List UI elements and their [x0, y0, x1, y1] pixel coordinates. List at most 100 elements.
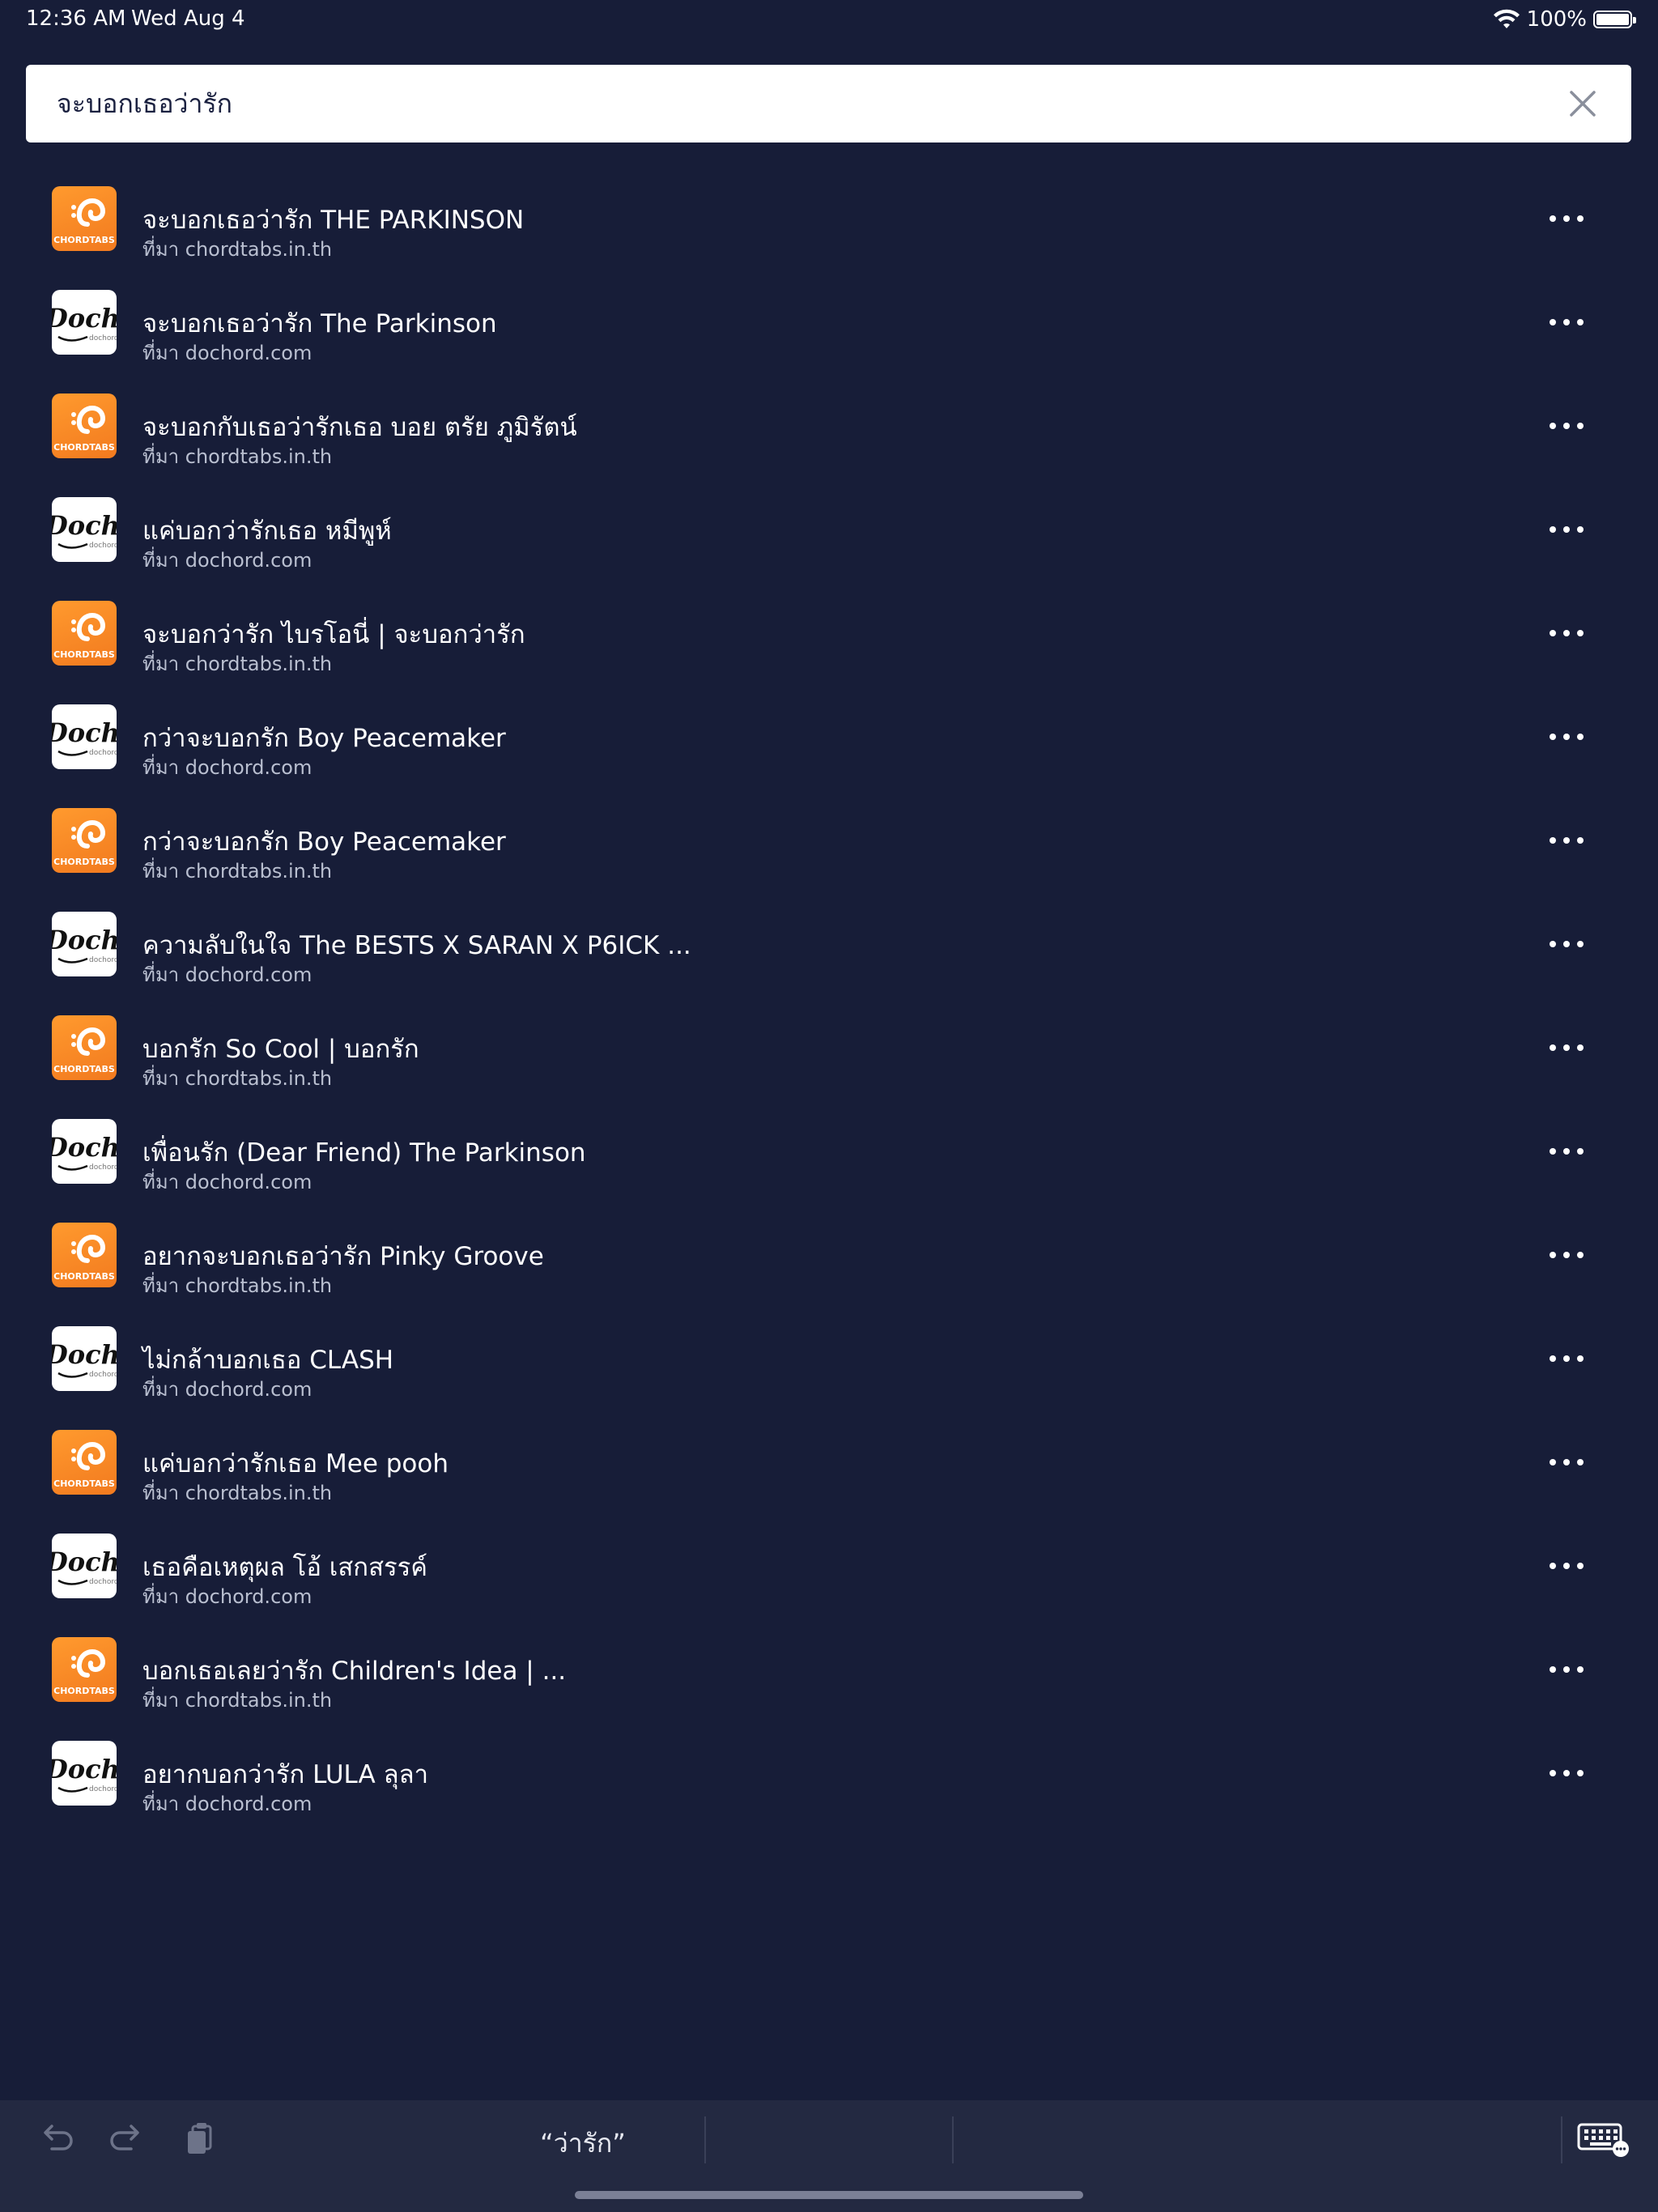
more-options-icon[interactable] [1550, 1140, 1584, 1163]
dochord-logo-icon: Dochorddochord [52, 1119, 117, 1184]
home-indicator [575, 2191, 1083, 2199]
dochord-logo-subtext: dochord [89, 1785, 117, 1793]
result-row[interactable]: Dochorddochordอยากบอกว่ารัก LULA ลุลาที่… [0, 1721, 1658, 1825]
dochord-logo-icon: Dochorddochord [52, 497, 117, 562]
result-source: ที่มา dochord.com [142, 1171, 312, 1193]
more-options-icon[interactable] [1550, 622, 1584, 644]
chordtabs-logo-text: CHORDTABS [53, 857, 115, 867]
suggestion-divider [704, 2116, 706, 2163]
dochord-logo-subtext: dochord [89, 1578, 117, 1586]
result-row[interactable]: CHORDTABS บอกรัก So Cool | บอกรัก ที่มา ch… [0, 996, 1658, 1100]
keyboard-icon[interactable] [1575, 2118, 1630, 2159]
result-row[interactable]: Dochorddochordจะบอกเธอว่ารัก The Parkins… [0, 270, 1658, 374]
chordtabs-logo-text: CHORDTABS [53, 1478, 115, 1489]
result-source: ที่มา dochord.com [142, 756, 312, 779]
result-source: ที่มา chordtabs.in.th [142, 445, 333, 468]
chordtabs-logo-icon: CHORDTABS [52, 808, 117, 873]
result-source: ที่มา dochord.com [142, 963, 312, 986]
more-options-icon[interactable] [1550, 1347, 1584, 1370]
result-source: ที่มา chordtabs.in.th [142, 653, 333, 675]
result-source: ที่มา chordtabs.in.th [142, 1274, 333, 1297]
more-options-icon[interactable] [1550, 1658, 1584, 1681]
result-row[interactable]: CHORDTABS กว่าจะบอกรัก Boy Peacemaker ที่ม… [0, 789, 1658, 892]
more-options-icon[interactable] [1550, 1555, 1584, 1577]
autocomplete-suggestion[interactable]: “ว่ารัก” [502, 2123, 664, 2164]
result-row[interactable]: CHORDTABS บอกเธอเลยว่ารัก Children's Idea… [0, 1618, 1658, 1721]
result-row[interactable]: Dochorddochordเธอคือเหตุผล โอ้ เสกสรรค์ท… [0, 1514, 1658, 1618]
close-icon[interactable] [1567, 87, 1599, 120]
chordtabs-logo-text: CHORDTABS [53, 235, 115, 245]
dochord-logo-icon: Dochorddochord [52, 704, 117, 769]
dochord-logo-text: Dochord [52, 1339, 117, 1370]
dochord-logo-text: Dochord [52, 303, 117, 334]
redo-icon[interactable] [107, 2118, 147, 2159]
chordtabs-logo-text: CHORDTABS [53, 1064, 115, 1074]
more-options-icon[interactable] [1550, 933, 1584, 955]
chordtabs-logo-text: CHORDTABS [53, 1271, 115, 1282]
result-row[interactable]: Dochorddochordความลับในใจ The BESTS X SA… [0, 892, 1658, 996]
dochord-logo-icon: Dochorddochord [52, 1326, 117, 1391]
more-options-icon[interactable] [1550, 1244, 1584, 1266]
wifi-icon [1493, 9, 1520, 28]
result-row[interactable]: CHORDTABS จะบอกเธอว่ารัก THE PARKINSON ที่… [0, 167, 1658, 270]
dochord-logo-text: Dochord [52, 717, 117, 748]
more-options-icon[interactable] [1550, 207, 1584, 230]
chordtabs-logo-icon: CHORDTABS [52, 1015, 117, 1080]
more-options-icon[interactable] [1550, 311, 1584, 334]
more-options-icon[interactable] [1550, 1451, 1584, 1474]
result-source: ที่มา dochord.com [142, 549, 312, 572]
undo-icon[interactable] [36, 2118, 76, 2159]
result-row[interactable]: CHORDTABS จะบอกกับเธอว่ารักเธอ บอย ตรัย ภ… [0, 374, 1658, 478]
chordtabs-logo-icon: CHORDTABS [52, 1637, 117, 1702]
result-source: ที่มา chordtabs.in.th [142, 1689, 333, 1712]
more-options-icon[interactable] [1550, 415, 1584, 437]
battery-icon [1593, 11, 1636, 28]
result-row[interactable]: CHORDTABS อยากจะบอกเธอว่ารัก Pinky Groove… [0, 1203, 1658, 1307]
result-source: ที่มา dochord.com [142, 1378, 312, 1401]
search-input[interactable] [57, 65, 1530, 143]
dochord-logo-icon: Dochorddochord [52, 1741, 117, 1806]
chordtabs-logo-icon: CHORDTABS [52, 1430, 117, 1495]
results-list: CHORDTABS จะบอกเธอว่ารัก THE PARKINSON ที่… [0, 167, 1658, 1825]
result-source: ที่มา dochord.com [142, 1585, 312, 1608]
battery-level-fill [1596, 14, 1629, 25]
result-source: ที่มา chordtabs.in.th [142, 860, 333, 883]
more-options-icon[interactable] [1550, 1762, 1584, 1784]
more-options-icon[interactable] [1550, 1036, 1584, 1059]
status-indicators: 100% [1493, 5, 1636, 34]
status-bar: 12:36 AM Wed Aug 4 100% [0, 0, 1658, 39]
keyboard-divider [1561, 2116, 1562, 2163]
chordtabs-logo-icon: CHORDTABS [52, 1223, 117, 1287]
dochord-logo-subtext: dochord [89, 334, 117, 342]
result-row[interactable]: CHORDTABS แค่บอกว่ารักเธอ Mee pooh ที่มา c… [0, 1410, 1658, 1514]
result-row[interactable]: Dochorddochordกว่าจะบอกรัก Boy Peacemake… [0, 685, 1658, 789]
more-options-icon[interactable] [1550, 725, 1584, 748]
dochord-logo-text: Dochord [52, 1132, 117, 1163]
dochord-logo-icon: Dochorddochord [52, 1534, 117, 1598]
clipboard-icon[interactable] [181, 2118, 222, 2159]
chordtabs-logo-text: CHORDTABS [53, 649, 115, 660]
result-row[interactable]: Dochorddochordแค่บอกว่ารักเธอ หมีพูห์ที่… [0, 478, 1658, 581]
chordtabs-logo-icon: CHORDTABS [52, 186, 117, 251]
dochord-logo-icon: Dochorddochord [52, 290, 117, 355]
result-source: ที่มา dochord.com [142, 342, 312, 364]
result-source: ที่มา chordtabs.in.th [142, 238, 333, 261]
result-row[interactable]: CHORDTABS จะบอกว่ารัก ไบรโอนี่ | จะบอกว่า… [0, 581, 1658, 685]
chordtabs-logo-text: CHORDTABS [53, 1686, 115, 1696]
dochord-logo-icon: Dochorddochord [52, 912, 117, 976]
status-date: Wed Aug 4 [131, 6, 245, 31]
dochord-logo-subtext: dochord [89, 956, 117, 964]
chordtabs-logo-icon: CHORDTABS [52, 393, 117, 458]
dochord-logo-subtext: dochord [89, 542, 117, 550]
result-source: ที่มา chordtabs.in.th [142, 1482, 333, 1504]
result-row[interactable]: Dochorddochordเพื่อนรัก (Dear Friend) Th… [0, 1100, 1658, 1203]
chordtabs-logo-icon: CHORDTABS [52, 601, 117, 666]
chordtabs-logo-text: CHORDTABS [53, 442, 115, 453]
more-options-icon[interactable] [1550, 829, 1584, 852]
more-options-icon[interactable] [1550, 518, 1584, 541]
result-row[interactable]: Dochorddochordไม่กล้าบอกเธอ CLASHที่มา d… [0, 1307, 1658, 1410]
search-bar [26, 65, 1631, 143]
dochord-logo-subtext: dochord [89, 1163, 117, 1172]
status-time: 12:36 AM [26, 6, 126, 31]
result-source: ที่มา chordtabs.in.th [142, 1067, 333, 1090]
